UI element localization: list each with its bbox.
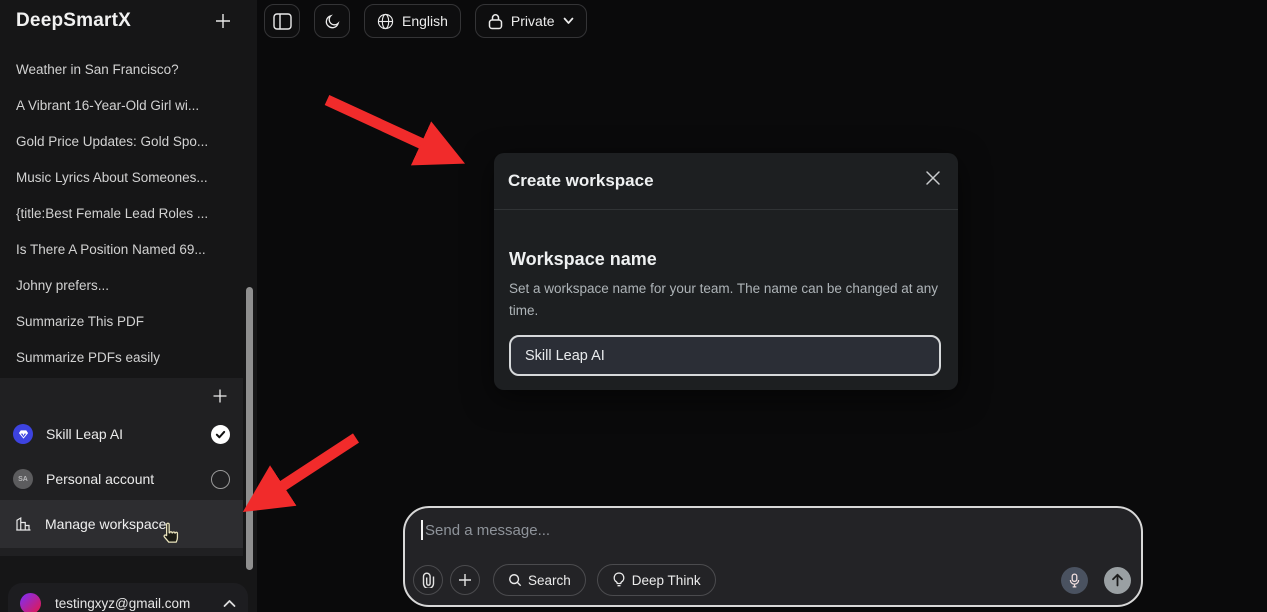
new-chat-button[interactable] [211,9,235,33]
globe-icon [377,13,394,30]
language-label: English [402,13,448,29]
deep-think-toggle-button[interactable]: Deep Think [597,564,716,596]
close-icon[interactable] [922,167,944,189]
workspace-name: Skill Leap AI [46,426,211,442]
workspace-name-heading: Workspace name [509,249,943,270]
search-icon [508,573,522,587]
lock-icon [488,13,503,30]
workspace-avatar-icon [13,424,33,444]
app-title: DeepSmartX [16,10,131,32]
send-message-button[interactable] [1104,567,1131,594]
voice-input-button[interactable] [1061,567,1088,594]
add-button[interactable] [450,565,480,595]
modal-header: Create workspace [494,153,958,210]
sidebar-header: DeepSmartX [0,6,257,40]
plus-icon [212,388,228,404]
workspace-name-description: Set a workspace name for your team. The … [509,278,949,322]
modal-title: Create workspace [508,171,654,191]
personal-avatar: SA [13,469,33,489]
chat-history-item[interactable]: Summarize PDFs easily [0,340,250,376]
chat-history-item[interactable]: Johny prefers... [0,268,250,304]
workspace-switcher-panel: Skill Leap AI SA Personal account Manage… [0,378,243,556]
chat-history-item[interactable]: Gold Price Updates: Gold Spo... [0,124,250,160]
red-arrow-to-modal [327,100,455,159]
account-menu-button[interactable]: testingxyz@gmail.com [8,583,248,612]
composer-toolbar: Search Deep Think [413,564,1131,596]
text-caret [421,520,423,540]
moon-icon [324,13,341,30]
attach-file-button[interactable] [413,565,443,595]
privacy-label: Private [511,13,555,29]
workspace-item-personal-account[interactable]: SA Personal account [0,460,243,498]
chat-history-item[interactable]: {title:Best Female Lead Roles ... [0,196,250,232]
theme-toggle-button[interactable] [314,4,350,38]
chevron-up-icon [223,599,236,608]
arrow-up-icon [1111,573,1124,587]
red-arrow-to-manage-workspace [252,438,356,506]
privacy-button[interactable]: Private [475,4,587,38]
chat-history-item[interactable]: Music Lyrics About Someones... [0,160,250,196]
toggle-sidebar-button[interactable] [264,4,300,38]
workspace-item-skill-leap-ai[interactable]: Skill Leap AI [0,415,243,453]
plus-icon [458,573,472,587]
selected-check-icon [211,425,230,444]
add-workspace-button[interactable] [210,386,230,406]
workspace-name: Personal account [46,471,211,487]
message-composer: Send a message... Search [403,506,1143,607]
chat-history-item[interactable]: Summarize This PDF [0,304,250,340]
account-email: testingxyz@gmail.com [55,596,223,611]
search-toggle-button[interactable]: Search [493,564,586,596]
manage-workspace-button[interactable]: Manage workspace [0,500,243,548]
workspace-name-input[interactable] [509,335,941,376]
modal-body: Workspace name Set a workspace name for … [494,210,958,376]
language-button[interactable]: English [364,4,461,38]
plus-icon [214,12,232,30]
sidebar-panel-icon [273,13,292,30]
account-avatar [20,593,41,612]
sidebar: DeepSmartX Weather in San Francisco?A Vi… [0,0,257,612]
unselected-radio-icon [211,470,230,489]
building-icon [14,515,32,533]
paperclip-icon [422,572,435,588]
message-placeholder: Send a message... [425,522,550,539]
microphone-icon [1069,573,1080,588]
deep-think-label: Deep Think [632,573,701,588]
top-toolbar: English Private [264,4,587,38]
chat-history-item[interactable]: A Vibrant 16-Year-Old Girl wi... [0,88,250,124]
chat-history-list: Weather in San Francisco?A Vibrant 16-Ye… [0,52,250,376]
message-input[interactable]: Send a message... [421,520,550,540]
chevron-down-icon [563,17,574,25]
sidebar-scrollbar[interactable] [246,287,253,570]
create-workspace-modal: Create workspace Workspace name Set a wo… [494,153,958,390]
search-label: Search [528,573,571,588]
chat-history-item[interactable]: Is There A Position Named 69... [0,232,250,268]
manage-workspace-label: Manage workspace [45,516,166,532]
chat-history-item[interactable]: Weather in San Francisco? [0,52,250,88]
lightbulb-icon [612,572,626,588]
